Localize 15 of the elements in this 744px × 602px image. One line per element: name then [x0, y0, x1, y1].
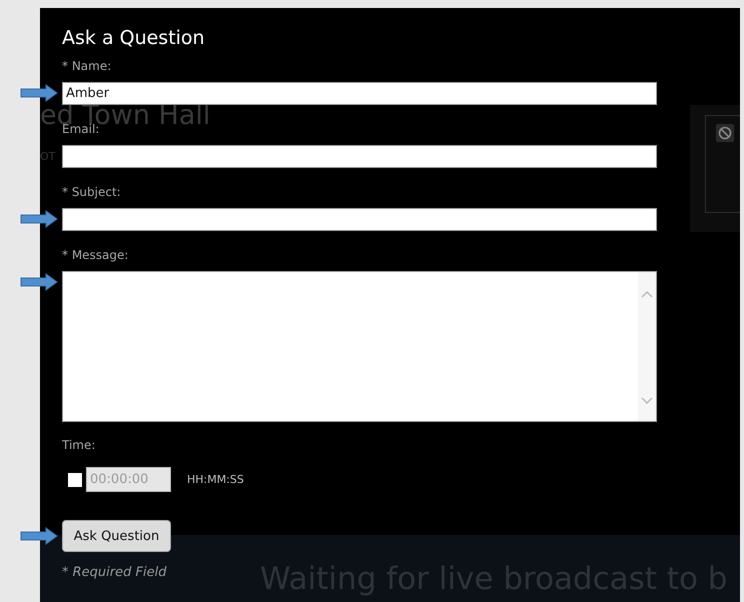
ask-question-button[interactable]: Ask Question [62, 520, 171, 552]
dialog-title: Ask a Question [62, 26, 206, 50]
blocked-icon [716, 124, 734, 142]
field-label: * Name: [62, 58, 112, 74]
field-label: Time: [62, 437, 96, 453]
message-field[interactable] [62, 271, 657, 422]
required-note: * Required Field [62, 565, 166, 581]
text-field[interactable] [62, 145, 657, 168]
scroll-up-icon[interactable] [641, 290, 653, 298]
scroll-down-icon[interactable] [641, 397, 653, 405]
field-label: * Subject: [62, 184, 121, 200]
time-format-hint: HH:MM:SS [187, 473, 244, 486]
field-label: * Message: [62, 247, 128, 263]
text-field[interactable]: Amber [62, 82, 657, 105]
text-field[interactable] [62, 208, 657, 231]
